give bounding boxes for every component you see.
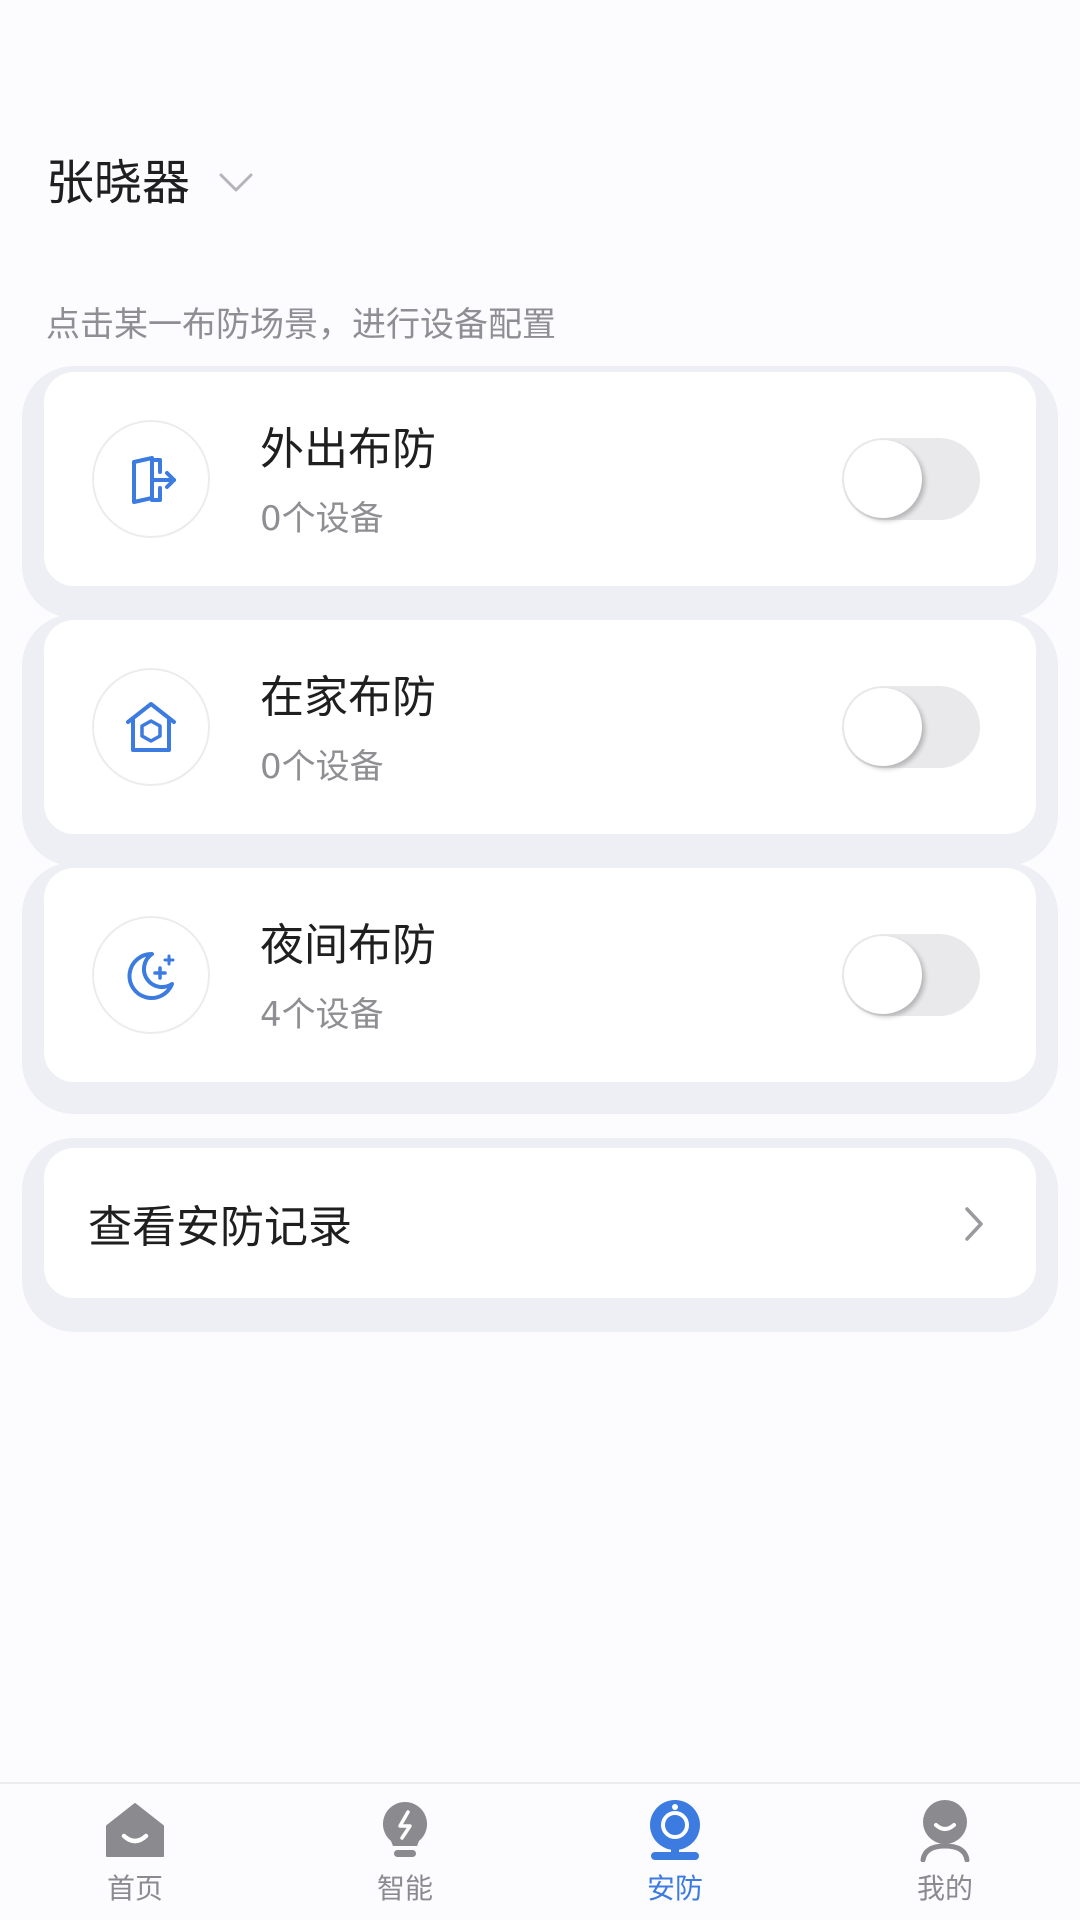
scene-toggle-home[interactable] [842,686,980,768]
scene-device-count: 0个设备 [260,747,384,787]
security-records-row[interactable]: 查看安防记录 [44,1148,1036,1298]
chevron-down-icon [218,165,254,201]
scene-hint-text: 点击某一布防场景，进行设备配置 [46,305,556,345]
door-exit-icon [92,420,210,538]
security-page: 张晓器 点击某一布防场景，进行设备配置 外出布防 0个设备 在家布防 0个设备 … [0,0,1080,1920]
toggle-knob [844,936,922,1014]
scene-card-home[interactable]: 在家布防 0个设备 [44,620,1036,834]
scene-device-count: 4个设备 [260,995,384,1035]
nav-smart[interactable]: 智能 [270,1784,540,1920]
chevron-right-icon [954,1204,994,1244]
moon-star-icon [92,916,210,1034]
toggle-knob [844,688,922,766]
scene-title: 外出布防 [260,424,436,475]
nav-label: 我的 [916,1872,973,1905]
scene-toggle-night[interactable] [842,934,980,1016]
home-shield-icon [92,668,210,786]
scene-card-away[interactable]: 外出布防 0个设备 [44,372,1036,586]
nav-security[interactable]: 安防 [540,1784,810,1920]
nav-mine[interactable]: 我的 [810,1784,1080,1920]
home-name: 张晓器 [46,155,191,211]
toggle-knob [844,440,922,518]
person-icon [911,1796,979,1864]
scene-title: 夜间布防 [260,920,436,971]
bulb-icon [371,1796,439,1864]
nav-label: 安防 [646,1872,703,1905]
nav-label: 首页 [106,1872,163,1905]
scene-device-count: 0个设备 [260,499,384,539]
bottom-nav: 首页 智能 安防 我的 [0,1782,1080,1920]
home-icon [101,1796,169,1864]
scene-title: 在家布防 [260,672,436,723]
home-selector[interactable]: 张晓器 [46,148,254,218]
scene-card-night[interactable]: 夜间布防 4个设备 [44,868,1036,1082]
security-records-label: 查看安防记录 [88,1202,352,1253]
camera-icon [641,1796,709,1864]
nav-label: 智能 [376,1872,433,1905]
scene-toggle-away[interactable] [842,438,980,520]
nav-home[interactable]: 首页 [0,1784,270,1920]
